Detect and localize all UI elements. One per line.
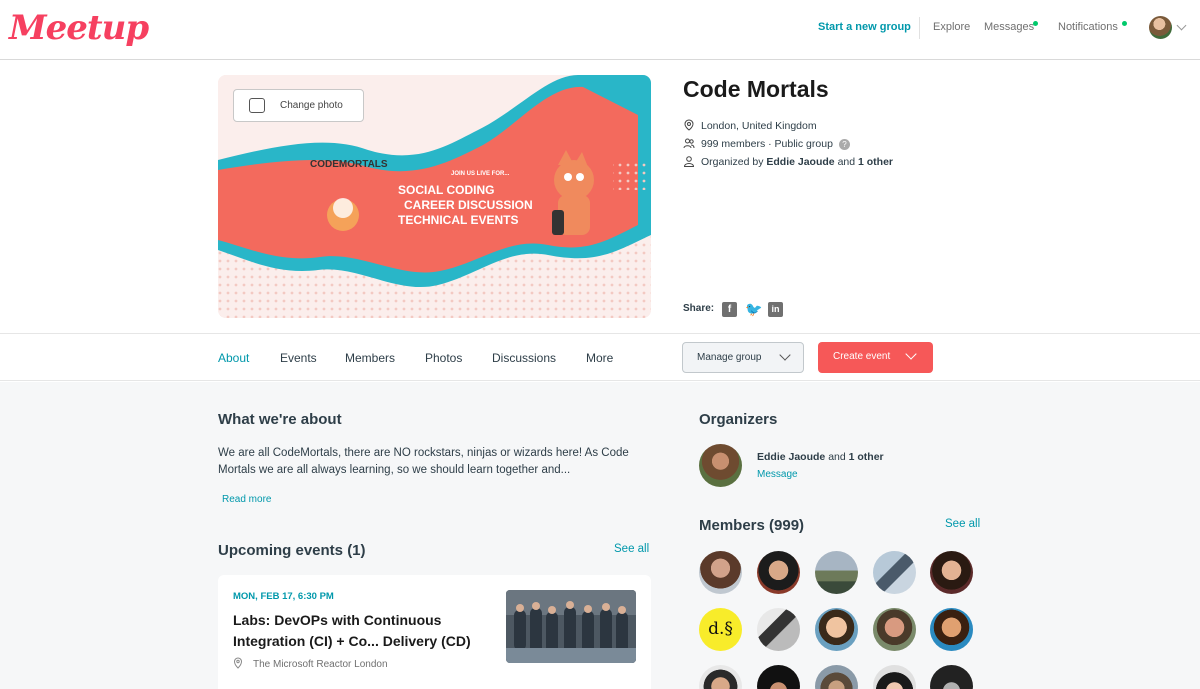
- member-avatar[interactable]: [757, 551, 800, 594]
- tab-discussions[interactable]: Discussions: [492, 351, 556, 365]
- chevron-down-icon[interactable]: [1176, 20, 1187, 31]
- member-avatar[interactable]: [757, 608, 800, 651]
- linkedin-icon[interactable]: in: [768, 302, 783, 317]
- messages-unread-dot: [1033, 21, 1038, 26]
- chevron-down-icon: [779, 349, 791, 361]
- event-venue: The Microsoft Reactor London: [233, 657, 388, 670]
- banner-item: TECHNICAL EVENTS: [398, 213, 519, 227]
- share-label: Share:: [683, 303, 715, 314]
- group-tab-bar: About Events Members Photos Discussions …: [0, 333, 1200, 381]
- location-pin-icon: [233, 657, 243, 669]
- image-icon: [249, 98, 265, 113]
- about-heading: What we're about: [218, 411, 342, 428]
- member-avatar[interactable]: [815, 608, 858, 651]
- notifications-unread-dot: [1122, 21, 1127, 26]
- explore-link[interactable]: Explore: [933, 21, 970, 33]
- read-more-link[interactable]: Read more: [222, 494, 271, 505]
- event-date: MON, FEB 17, 6:30 PM: [233, 591, 334, 602]
- banner-brand: CODEMORTALS: [310, 159, 388, 170]
- nav-divider: [919, 17, 920, 39]
- tab-about[interactable]: About: [218, 351, 249, 365]
- person-icon: [683, 156, 695, 167]
- manage-group-button[interactable]: Manage group: [682, 342, 804, 373]
- profile-avatar[interactable]: [1149, 16, 1172, 39]
- member-avatar[interactable]: [873, 551, 916, 594]
- member-avatar[interactable]: [873, 608, 916, 651]
- about-description: We are all CodeMortals, there are NO roc…: [218, 447, 629, 476]
- meta-separator: ·: [768, 138, 772, 150]
- organizer-avatar[interactable]: [699, 444, 742, 487]
- member-avatar[interactable]: [815, 551, 858, 594]
- organizer-line: Eddie Jaoude and 1 other: [757, 451, 884, 463]
- member-avatar[interactable]: [930, 608, 973, 651]
- banner-item: SOCIAL CODING: [398, 183, 495, 197]
- create-event-button[interactable]: Create event: [818, 342, 933, 373]
- upcoming-events-heading: Upcoming events (1): [218, 542, 366, 559]
- members-icon: [683, 138, 695, 149]
- meetup-logo[interactable]: Meetup: [9, 8, 149, 48]
- notifications-link[interactable]: Notifications: [1058, 21, 1118, 33]
- location-text: London, United Kingdom: [701, 120, 817, 132]
- tab-more[interactable]: More: [586, 351, 613, 365]
- tab-members[interactable]: Members: [345, 351, 395, 365]
- group-members-summary: 999 members · Public group?: [683, 137, 850, 150]
- organizer-other-link[interactable]: 1 other: [858, 156, 893, 168]
- member-avatar-initials[interactable]: d.§: [699, 608, 742, 651]
- organizer-other-link[interactable]: 1 other: [849, 451, 884, 463]
- event-photo: [506, 590, 636, 663]
- group-location: London, United Kingdom: [683, 119, 817, 132]
- help-icon[interactable]: ?: [838, 139, 850, 150]
- event-card[interactable]: MON, FEB 17, 6:30 PM Labs: DevOPs with C…: [218, 575, 651, 689]
- messages-link[interactable]: Messages: [984, 21, 1034, 33]
- organizer-and: and: [828, 451, 846, 463]
- location-pin-icon: [684, 119, 694, 131]
- group-organizer-line: Organized by Eddie Jaoude and 1 other: [683, 155, 893, 168]
- organized-and: and: [837, 156, 856, 168]
- organizer-name-link[interactable]: Eddie Jaoude: [766, 156, 834, 168]
- organizers-heading: Organizers: [699, 411, 778, 428]
- create-event-label: Create event: [833, 351, 891, 362]
- group-name: Code Mortals: [683, 76, 829, 102]
- members-count-text[interactable]: 999 members: [701, 138, 765, 150]
- organizer-name-link[interactable]: Eddie Jaoude: [757, 451, 825, 463]
- member-avatar[interactable]: [930, 551, 973, 594]
- event-group-photo-art: [506, 590, 636, 663]
- change-photo-button[interactable]: Change photo: [233, 89, 364, 122]
- message-organizer-link[interactable]: Message: [757, 469, 798, 480]
- start-new-group-link[interactable]: Start a new group: [818, 21, 911, 33]
- events-see-all-link[interactable]: See all: [614, 543, 649, 555]
- group-visibility: Public group: [774, 138, 833, 150]
- members-heading: Members (999): [699, 517, 805, 534]
- tab-events[interactable]: Events: [280, 351, 317, 365]
- banner-list: SOCIAL CODING CAREER DISCUSSION TECHNICA…: [398, 183, 533, 228]
- event-title[interactable]: Labs: DevOPs with Continuous Integration…: [233, 610, 503, 652]
- tab-photos[interactable]: Photos: [425, 351, 462, 365]
- manage-group-label: Manage group: [697, 352, 762, 363]
- banner-tagline: JOIN US LIVE FOR...: [451, 171, 510, 177]
- chevron-down-icon: [905, 348, 917, 360]
- organized-by-label: Organized by: [701, 156, 764, 168]
- members-see-all-link[interactable]: See all: [945, 518, 980, 530]
- event-venue-name: The Microsoft Reactor London: [253, 659, 388, 670]
- twitter-icon[interactable]: 🐦: [745, 302, 762, 317]
- top-navigation: Meetup Start a new group Explore Message…: [0, 0, 1200, 60]
- member-avatar[interactable]: [699, 551, 742, 594]
- change-photo-label: Change photo: [280, 100, 343, 111]
- facebook-icon[interactable]: f: [722, 302, 737, 317]
- banner-item: CAREER DISCUSSION: [404, 198, 533, 212]
